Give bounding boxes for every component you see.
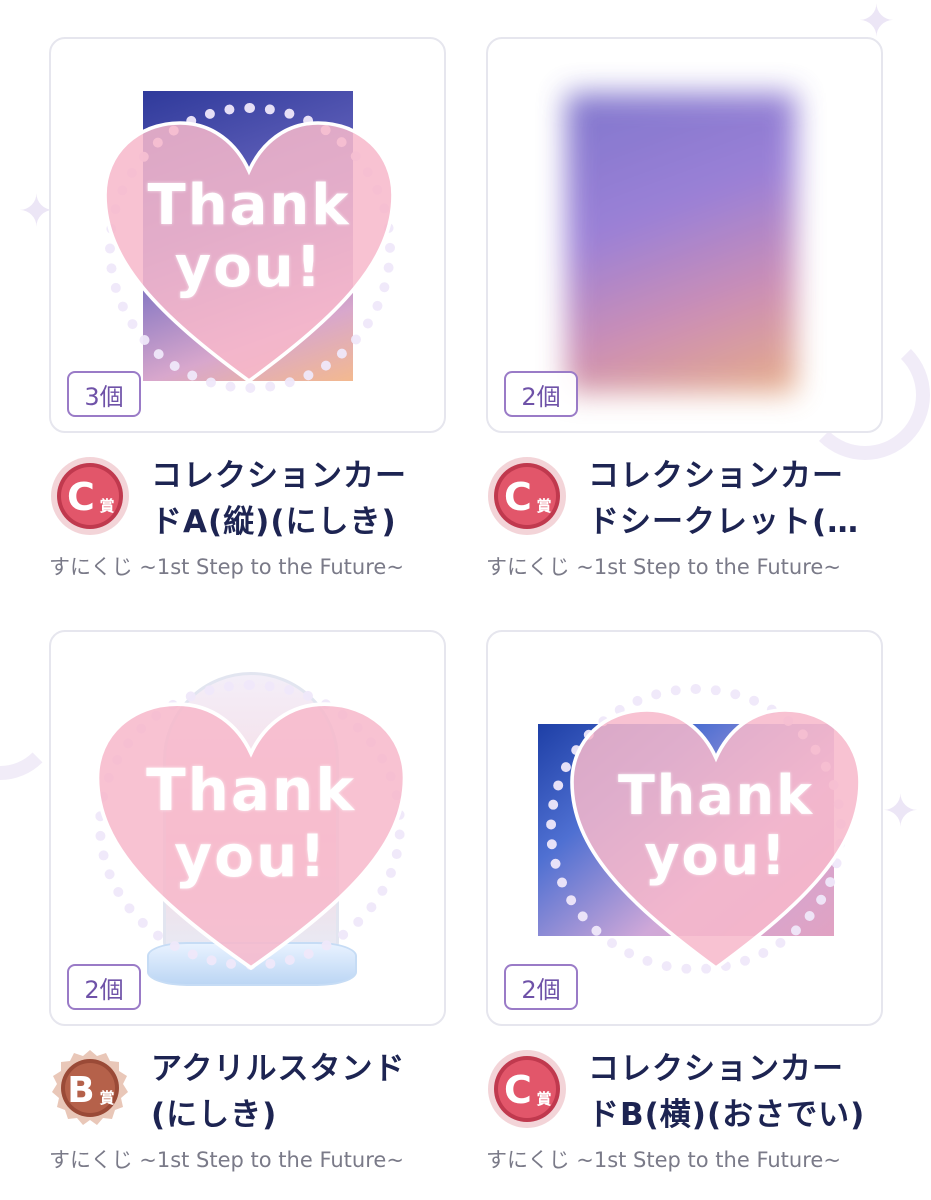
c-prize-badge-icon: C 賞	[49, 455, 131, 537]
prize-suffix: 賞	[99, 497, 114, 515]
prize-title-line: アクリルスタンド	[151, 1051, 406, 1087]
prize-letter: C	[504, 1068, 532, 1112]
prize-card[interactable]: 2個	[486, 37, 883, 433]
c-prize-badge-icon: C 賞	[486, 455, 568, 537]
prize-letter: C	[504, 475, 532, 519]
prize-title[interactable]: コレクションカー ドシークレット(…	[588, 453, 883, 545]
thank-you-line-1: Thank	[146, 756, 356, 824]
prize-suffix: 賞	[99, 1089, 114, 1107]
c-prize-badge-icon: C 賞	[486, 1048, 568, 1130]
prize-letter: C	[67, 475, 95, 519]
blurred-card-artwork	[566, 93, 796, 393]
prize-title[interactable]: コレクションカー ドA(縦)(にしき)	[151, 453, 446, 545]
thank-you-line-1: Thank	[147, 173, 351, 238]
quantity-badge: 2個	[504, 964, 578, 1010]
prize-title-line: ドB(横)(おさでい)	[588, 1097, 866, 1133]
prize-title[interactable]: コレクションカー ドB(横)(おさでい)	[588, 1046, 883, 1138]
prize-letter: B	[67, 1070, 94, 1111]
thank-you-line-2: you!	[644, 824, 788, 887]
prize-info: B 賞 アクリルスタンド (にしき) すにくじ ~1st Step to the…	[49, 1026, 446, 1172]
prize-title-line: (にしき)	[151, 1097, 278, 1133]
thank-you-line-2: you!	[174, 822, 328, 890]
prize-card[interactable]: Thank you! 2個	[486, 630, 883, 1026]
prize-suffix: 賞	[536, 497, 551, 515]
prize-title-line: ドA(縦)(にしき)	[151, 504, 397, 540]
prize-info: C 賞 コレクションカー ドシークレット(… すにくじ ~1st Step to…	[486, 433, 883, 579]
series-name: すにくじ ~1st Step to the Future~	[49, 1148, 404, 1172]
prize-title[interactable]: アクリルスタンド (にしき)	[151, 1046, 446, 1138]
prize-title-line: コレクションカー	[588, 1051, 844, 1087]
series-name: すにくじ ~1st Step to the Future~	[486, 555, 841, 579]
prize-grid: Thank you! 3個 C 賞 コレクションカー ドA(縦)(にしき) すに…	[0, 0, 931, 1200]
quantity-badge: 2個	[504, 371, 578, 417]
thank-you-heart-sticker: Thank you!	[566, 704, 866, 974]
prize-card[interactable]: Thank you! 3個	[49, 37, 446, 433]
thank-you-line-2: you!	[174, 235, 324, 300]
prize-info: C 賞 コレクションカー ドB(横)(おさでい) すにくじ ~1st Step …	[486, 1026, 883, 1172]
prize-title-line: ドシークレット(…	[588, 504, 860, 540]
series-name: すにくじ ~1st Step to the Future~	[49, 555, 404, 579]
thank-you-line-1: Thank	[617, 764, 815, 827]
thank-you-heart-sticker: Thank you!	[91, 698, 411, 974]
quantity-badge: 3個	[67, 371, 141, 417]
prize-title-line: コレクションカー	[151, 458, 407, 494]
prize-title-line: コレクションカー	[588, 458, 844, 494]
prize-item[interactable]: Thank you! 2個 C 賞 コレクションカー ドB(横)(おさでい) す…	[486, 630, 883, 1172]
prize-item[interactable]: 2個 C 賞 コレクションカー ドシークレット(… すにくじ ~1st Step…	[486, 37, 883, 579]
quantity-badge: 2個	[67, 964, 141, 1010]
b-prize-badge-icon: B 賞	[49, 1048, 131, 1130]
prize-item[interactable]: Thank you! 3個 C 賞 コレクションカー ドA(縦)(にしき) すに…	[49, 37, 446, 579]
prize-item[interactable]: Thank you! 2個 B 賞 アクリルスタンド (にしき) すにくじ ~1…	[49, 630, 446, 1172]
series-name: すにくじ ~1st Step to the Future~	[486, 1148, 841, 1172]
thank-you-heart-sticker: Thank you!	[99, 117, 399, 387]
prize-info: C 賞 コレクションカー ドA(縦)(にしき) すにくじ ~1st Step t…	[49, 433, 446, 579]
prize-suffix: 賞	[536, 1090, 551, 1108]
prize-card[interactable]: Thank you! 2個	[49, 630, 446, 1026]
